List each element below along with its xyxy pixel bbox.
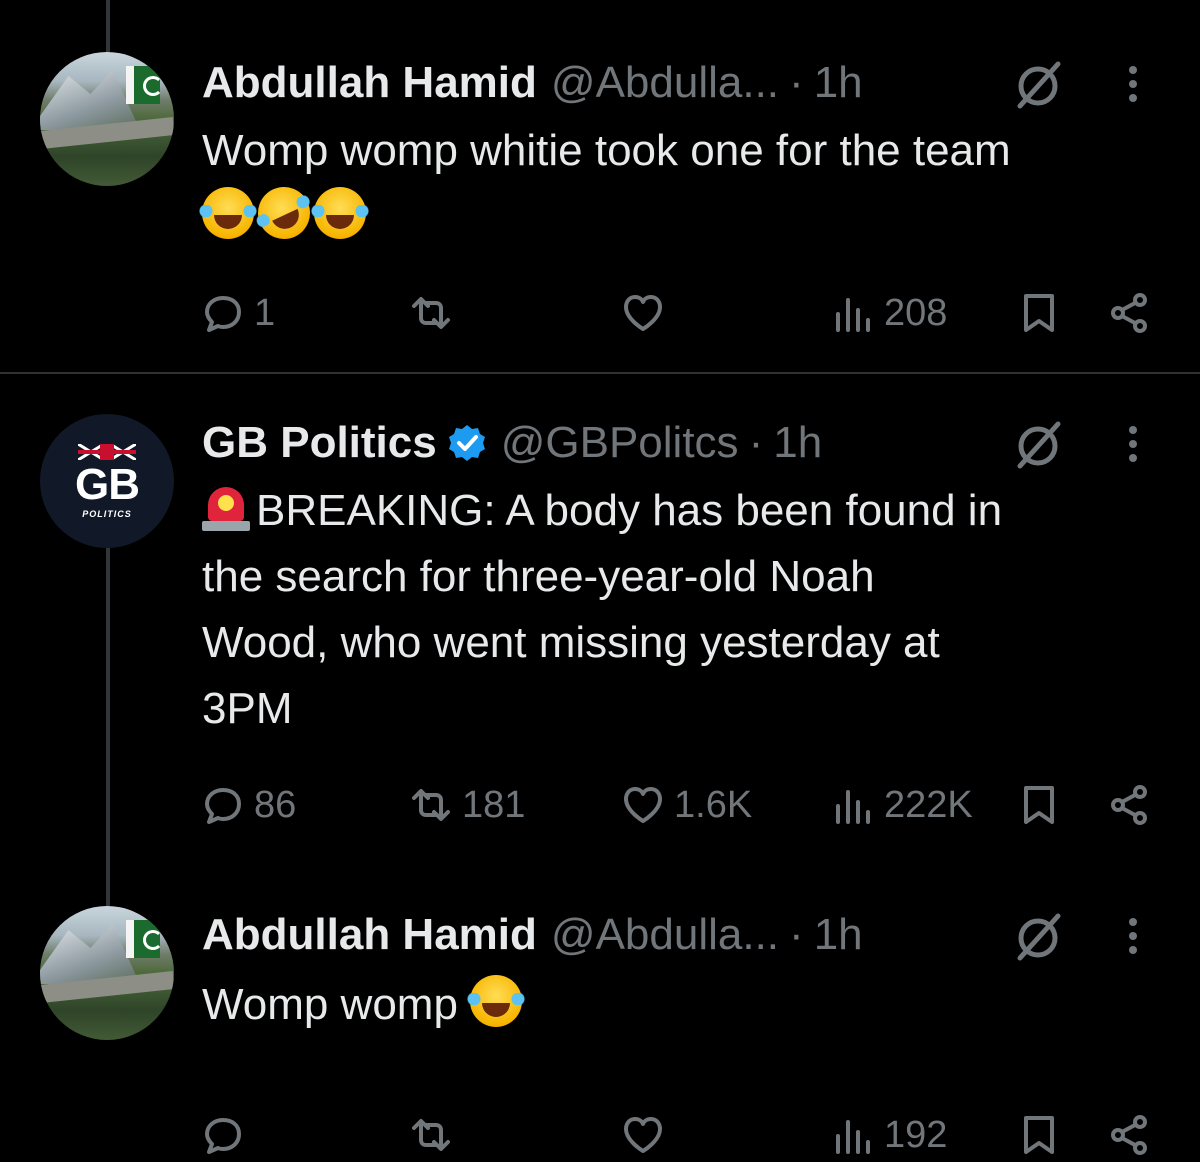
avatar[interactable] (40, 52, 174, 186)
tweet-text-line: Wood, who went missing yesterday at (202, 618, 940, 667)
reply-icon (205, 1118, 241, 1154)
display-name[interactable]: Abdullah Hamid (202, 910, 537, 960)
display-name[interactable]: Abdullah Hamid (202, 58, 537, 108)
user-handle[interactable]: @Abdulla... (551, 58, 779, 108)
retweet-button[interactable]: 181 (408, 780, 525, 830)
verified-badge-icon (448, 425, 485, 461)
reply-icon (205, 296, 241, 332)
face-with-tears-of-joy-icon (198, 187, 258, 239)
reply-count: 86 (254, 783, 297, 826)
tweet[interactable]: Abdullah Hamid @Abdulla... · 1h Womp wom… (0, 0, 1200, 372)
user-handle[interactable]: @GBPolitcs (501, 418, 739, 468)
rolling-on-the-floor-laughing-icon (249, 178, 319, 248)
more-options-icon[interactable] (1118, 418, 1148, 470)
tweet-header: Abdullah Hamid @Abdulla... · 1h (202, 58, 863, 108)
union-jack-icon (78, 444, 136, 460)
timeline-feed: Abdullah Hamid @Abdulla... · 1h Womp wom… (0, 0, 1200, 1162)
display-name[interactable]: GB Politics (202, 418, 437, 468)
like-button[interactable] (620, 288, 674, 338)
bookmark-button[interactable] (1016, 780, 1062, 830)
avatar[interactable]: GB POLITICS (40, 414, 174, 548)
tweet-text: Womp womp whitie took one for the team (198, 118, 1162, 250)
reply-count: 1 (254, 291, 276, 334)
share-icon (1111, 785, 1147, 825)
tweet-header: Abdullah Hamid @Abdulla... · 1h (202, 910, 863, 960)
view-count: 208 (884, 291, 948, 334)
separator: · (789, 910, 804, 959)
separator: · (748, 418, 764, 467)
tweet-actions: 1 208 (200, 288, 1160, 338)
retweet-icon (412, 789, 450, 821)
views-button[interactable]: 222K (830, 780, 973, 830)
timestamp[interactable]: 1h (814, 910, 863, 960)
avatar-flag (126, 920, 163, 958)
police-car-light-icon (202, 483, 250, 533)
view-count: 222K (884, 783, 973, 826)
share-button[interactable] (1106, 288, 1152, 338)
more-options-icon[interactable] (1118, 910, 1148, 962)
views-icon (836, 298, 870, 332)
separator: · (789, 58, 804, 107)
share-button[interactable] (1106, 780, 1152, 830)
retweet-icon (412, 1119, 450, 1151)
timestamp[interactable]: 1h (773, 418, 822, 468)
reply-icon (205, 788, 241, 824)
avatar-logo-subtext: POLITICS (82, 509, 132, 519)
reply-button[interactable]: 1 (200, 288, 275, 338)
bookmark-icon (1024, 294, 1054, 332)
views-icon (836, 1120, 870, 1154)
grok-icon[interactable] (1012, 58, 1064, 110)
share-icon (1111, 293, 1147, 333)
retweet-count: 181 (462, 783, 526, 826)
reply-button[interactable]: 86 (200, 780, 296, 830)
avatar-logo-text: GB (75, 460, 140, 509)
views-icon (836, 790, 870, 824)
heart-icon (624, 1117, 662, 1153)
like-button[interactable]: 1.6K (620, 780, 752, 830)
user-handle[interactable]: @Abdulla... (551, 910, 779, 960)
tweet-text-content: Womp womp whitie took one for the team (202, 126, 1011, 175)
avatar-flag (126, 66, 163, 104)
heart-icon (624, 787, 662, 823)
tweet[interactable]: GB POLITICS GB Politics @GBPolitcs · 1h … (0, 374, 1200, 858)
grok-icon[interactable] (1012, 418, 1064, 470)
grok-icon[interactable] (1012, 910, 1064, 962)
bookmark-icon (1024, 786, 1054, 824)
timestamp[interactable]: 1h (814, 58, 863, 108)
tweet-header: GB Politics @GBPolitcs · 1h (202, 418, 822, 468)
face-with-tears-of-joy-icon (310, 187, 370, 239)
tweet-text-line: 3PM (202, 684, 293, 733)
heart-icon (624, 295, 662, 331)
retweet-button[interactable] (408, 1110, 462, 1160)
reply-button[interactable] (200, 1110, 254, 1160)
bookmark-icon (1024, 1116, 1054, 1154)
face-with-tears-of-joy-icon (466, 975, 527, 1027)
like-button[interactable] (620, 1110, 674, 1160)
tweet-text: BREAKING: A body has been found in the s… (202, 478, 1162, 742)
tweet-text-line: BREAKING: A body has been found in (256, 486, 1003, 535)
view-count: 192 (884, 1113, 948, 1156)
tweet-text-content: Womp womp (202, 980, 458, 1029)
share-button[interactable] (1106, 1110, 1152, 1160)
tweet-text-line: the search for three-year-old Noah (202, 552, 875, 601)
share-icon (1111, 1115, 1147, 1155)
views-button[interactable]: 208 (830, 288, 947, 338)
tweet[interactable]: Abdullah Hamid @Abdulla... · 1h Womp wom… (0, 858, 1200, 1162)
bookmark-button[interactable] (1016, 288, 1062, 338)
tweet-text: Womp womp (202, 972, 1162, 1038)
more-options-icon[interactable] (1118, 58, 1148, 110)
retweet-button[interactable] (408, 288, 462, 338)
tweet-actions: 192 (200, 1110, 1160, 1160)
views-button[interactable]: 192 (830, 1110, 947, 1160)
tweet-actions: 86 181 1.6K 222K (200, 780, 1160, 830)
avatar[interactable] (40, 906, 174, 1040)
like-count: 1.6K (674, 783, 753, 826)
retweet-icon (412, 297, 450, 329)
bookmark-button[interactable] (1016, 1110, 1062, 1160)
